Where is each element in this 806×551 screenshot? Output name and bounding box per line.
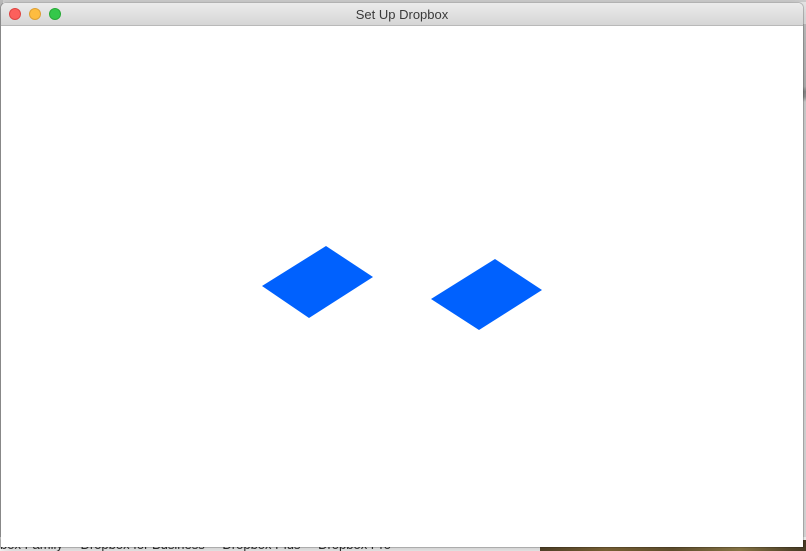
dropbox-logo-icon: [262, 246, 542, 330]
title-bar[interactable]: Set Up Dropbox: [1, 3, 803, 26]
window-content: [1, 26, 803, 547]
window-title: Set Up Dropbox: [355, 7, 449, 22]
setup-window: Set Up Dropbox: [1, 3, 803, 547]
background-window-edge: [0, 0, 806, 2]
logo-diamond-left: [262, 246, 373, 318]
desktop-background: box Family Dropbox for Business Dropbox …: [0, 0, 806, 551]
logo-diamond-right: [431, 259, 542, 330]
